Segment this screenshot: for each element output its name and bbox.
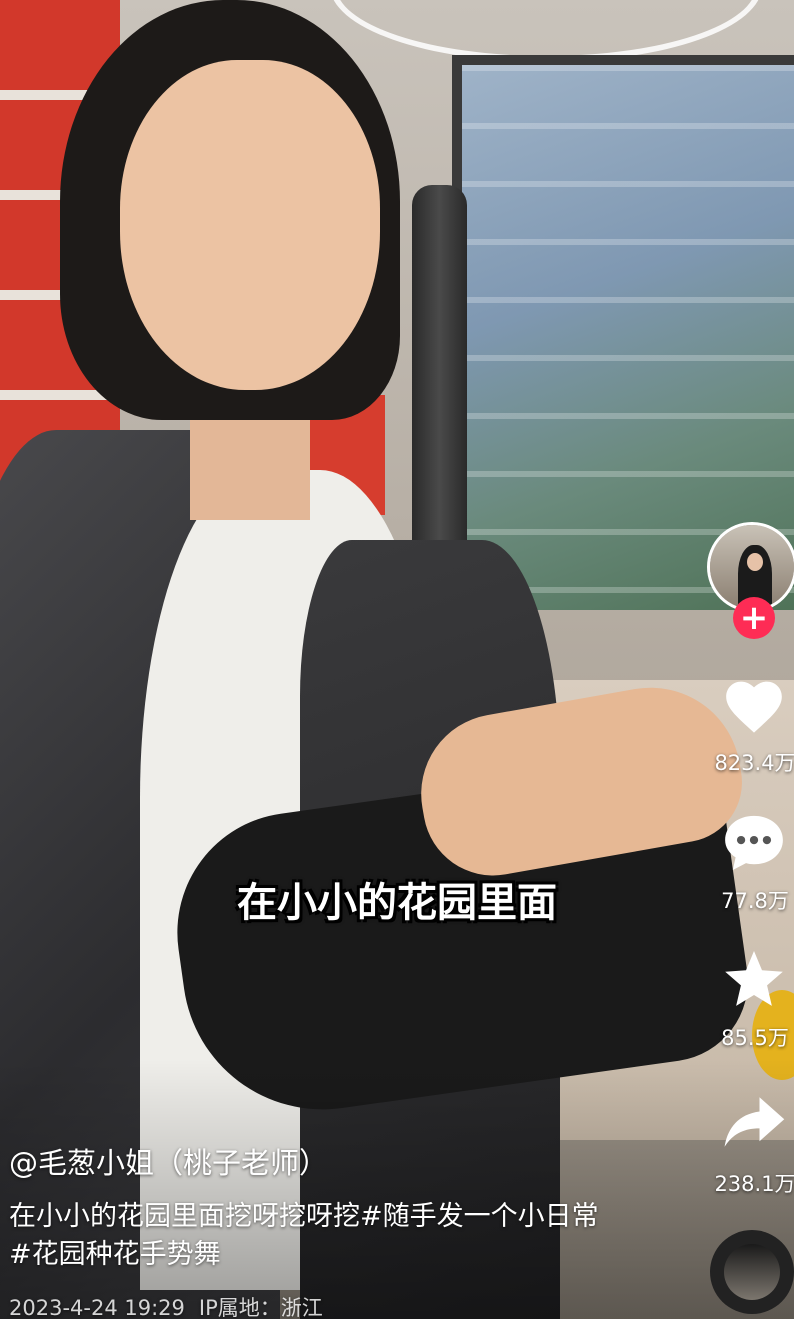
plus-icon: + xyxy=(739,598,769,638)
share-count: 238.1万 xyxy=(714,1172,794,1196)
description-text: 在小小的花园里面挖呀挖呀挖 xyxy=(9,1201,360,1232)
creator-handle[interactable]: @毛葱小姐（桃子老师） xyxy=(9,1140,328,1182)
follow-button[interactable]: + xyxy=(733,597,775,639)
video-description: 在小小的花园里面挖呀挖呀挖#随手发一个小日常 #花园种花手势舞 xyxy=(9,1198,629,1274)
share-icon xyxy=(724,1097,785,1147)
hashtag-link[interactable]: #随手发一个小日常 xyxy=(360,1201,599,1232)
comment-count: 77.8万 xyxy=(721,889,789,913)
post-meta: 2023-4-24 19:29 IP属地：浙江 xyxy=(9,1292,337,1319)
heart-icon xyxy=(726,681,782,733)
share-button[interactable] xyxy=(716,1088,792,1156)
post-date: 2023-4-24 19:29 xyxy=(9,1296,185,1319)
favorite-button[interactable] xyxy=(716,945,792,1013)
like-button[interactable] xyxy=(716,670,792,738)
comment-button[interactable] xyxy=(716,808,792,876)
comment-icon xyxy=(725,815,783,871)
video-subtitle: 在小小的花园里面 xyxy=(237,880,557,926)
favorite-count: 85.5万 xyxy=(721,1026,789,1050)
hashtag-link[interactable]: #花园种花手势舞 xyxy=(9,1239,221,1270)
like-count: 823.4万 xyxy=(714,751,794,775)
music-disc[interactable] xyxy=(710,1230,794,1314)
video-player[interactable]: 在小小的花园里面 + 823.4万 77.8万 85.5万 238.1万 @毛葱… xyxy=(0,0,794,1319)
face xyxy=(120,60,380,390)
bottom-gradient xyxy=(0,1059,794,1319)
star-icon xyxy=(725,951,783,1006)
ip-location: IP属地：浙江 xyxy=(198,1296,323,1319)
